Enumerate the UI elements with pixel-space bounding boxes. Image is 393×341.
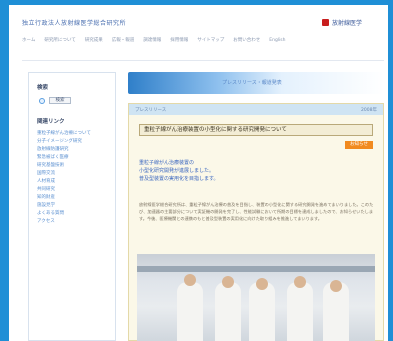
main-nav: ホーム 研究所について 研究成果 広報・報道 調達情報 採用情報 サイトマップ … xyxy=(22,38,384,54)
search-button[interactable]: 検索 xyxy=(49,97,71,104)
sidebar-link[interactable]: 放射線防護研究 xyxy=(37,147,109,153)
lead-line: 普及型装置の実用化を目指します。 xyxy=(139,176,219,182)
notice-badge: お知らせ xyxy=(345,141,373,149)
nav-item-sitemap[interactable]: サイトマップ xyxy=(197,38,224,54)
sidebar-link[interactable]: アクセス xyxy=(37,219,109,225)
content-banner: プレスリリース・報道発表 xyxy=(128,72,384,94)
nav-item-recruit[interactable]: 採用情報 xyxy=(170,38,188,54)
photo-person xyxy=(287,282,313,341)
sidebar-link[interactable]: 共同研究 xyxy=(37,187,109,193)
photo-person-head xyxy=(330,280,342,292)
search-radio[interactable] xyxy=(39,97,45,104)
nav-item-results[interactable]: 研究成果 xyxy=(85,38,103,54)
photo-person xyxy=(177,282,203,341)
nav-item-procurement[interactable]: 調達情報 xyxy=(143,38,161,54)
article: プレスリリース 2008年 重粒子線がん治療装置の小型化に関する研究開発について… xyxy=(128,103,384,341)
photo-person xyxy=(215,282,241,341)
article-photo xyxy=(137,254,375,341)
search-box: 検索 xyxy=(39,97,71,104)
sidebar-link[interactable]: 緊急被ばく医療 xyxy=(37,155,109,161)
article-title: 重粒子線がん治療装置の小型化に関する研究開発について xyxy=(139,124,373,136)
sidebar-link[interactable]: 研究基盤技術 xyxy=(37,163,109,169)
nav-item-contact[interactable]: お問い合わせ xyxy=(233,38,260,54)
sidebar-link[interactable]: よくある質問 xyxy=(37,211,109,217)
logo-icon xyxy=(322,19,329,26)
article-header-bar: プレスリリース 2008年 xyxy=(129,104,383,115)
photo-person-head xyxy=(294,276,306,288)
banner-text: プレスリリース・報道発表 xyxy=(222,80,282,86)
sidebar-link[interactable]: 国際交流 xyxy=(37,171,109,177)
nav-item-about[interactable]: 研究所について xyxy=(44,38,75,54)
logo[interactable]: 放射線医学 xyxy=(322,18,362,27)
article-year: 2008年 xyxy=(361,107,377,113)
article-category: プレスリリース xyxy=(135,107,167,113)
sidebar-link[interactable]: 分子イメージング研究 xyxy=(37,139,109,145)
sidebar-links: 重粒子線がん治療について 分子イメージング研究 放射線防護研究 緊急被ばく医療 … xyxy=(37,131,109,227)
article-lead: 重粒子線がん治療装置の 小型化研究開発が進展しました。 普及型装置の実用化を目指… xyxy=(139,159,219,183)
top-frame-bar xyxy=(0,0,393,5)
nav-item-english[interactable]: English xyxy=(269,38,285,54)
left-frame-bar xyxy=(0,0,9,341)
photo-person-head xyxy=(222,276,234,288)
photo-person xyxy=(249,282,275,341)
nav-divider xyxy=(22,60,384,61)
photo-person-head xyxy=(184,274,196,286)
sidebar-link[interactable]: 人材育成 xyxy=(37,179,109,185)
nav-item-press[interactable]: 広報・報道 xyxy=(112,38,135,54)
lead-line: 小型化研究開発が進展しました。 xyxy=(139,168,215,174)
article-body: 放射線医学総合研究所は、重粒子線がん治療の普及を目指し、装置の小型化に関する研究… xyxy=(139,202,374,221)
sidebar-link[interactable]: 知的財産 xyxy=(37,195,109,201)
sidebar-link[interactable]: 施設見学 xyxy=(37,203,109,209)
sidebar: 検索 検索 関連リンク 重粒子線がん治療について 分子イメージング研究 放射線防… xyxy=(28,72,116,341)
photo-background-shelf xyxy=(137,266,375,272)
logo-text: 放射線医学 xyxy=(332,20,363,27)
right-frame-bar xyxy=(388,0,393,341)
links-heading: 関連リンク xyxy=(37,119,65,125)
photo-person-head xyxy=(256,278,268,290)
nav-item-home[interactable]: ホーム xyxy=(22,38,35,54)
search-heading: 検索 xyxy=(37,85,49,91)
site-title[interactable]: 独立行政法人放射線医学総合研究所 xyxy=(22,18,126,27)
lead-line: 重粒子線がん治療装置の xyxy=(139,160,195,166)
sidebar-link[interactable]: 重粒子線がん治療について xyxy=(37,131,109,137)
